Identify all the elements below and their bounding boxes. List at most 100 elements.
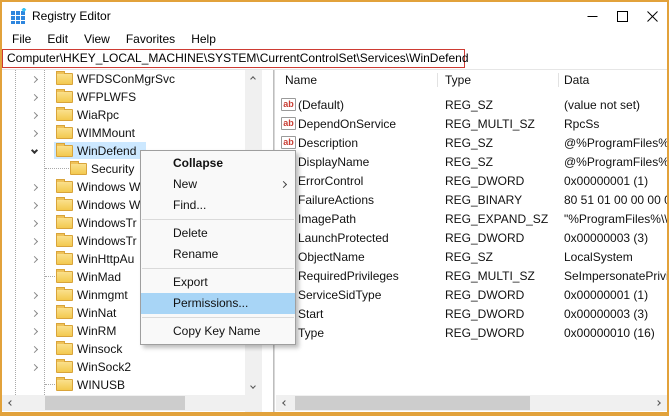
menu-view[interactable]: View [76, 30, 118, 48]
chevron-right-icon[interactable] [29, 128, 40, 139]
context-item-permissions[interactable]: Permissions... [141, 293, 295, 314]
chevron-right-icon[interactable] [29, 326, 40, 337]
scrollbar-thumb[interactable] [295, 396, 530, 410]
tree-item-wfdsconmgrsvc[interactable]: WFDSConMgrSvc [2, 70, 256, 88]
minimize-button[interactable] [577, 2, 607, 30]
scroll-up-button[interactable] [245, 70, 261, 86]
folder-icon [56, 361, 73, 373]
folder-icon [70, 163, 87, 175]
chevron-right-icon[interactable] [29, 344, 40, 355]
chevron-right-icon[interactable] [29, 92, 40, 103]
close-button[interactable] [637, 2, 667, 30]
list-horizontal-scrollbar[interactable] [276, 395, 667, 411]
chevron-right-icon[interactable] [29, 290, 40, 301]
context-item-find[interactable]: Find... [141, 195, 295, 216]
chevron-right-icon[interactable] [29, 218, 40, 229]
tree-item-label: Windows W [77, 198, 140, 212]
registry-value-row[interactable]: 011TypeREG_DWORD0x00000010 (16) [276, 324, 667, 343]
chevron-right-icon[interactable] [29, 254, 40, 265]
menu-help[interactable]: Help [183, 30, 224, 48]
context-item-label: New [173, 177, 197, 191]
column-header-data[interactable]: Data [564, 73, 589, 87]
chevron-left-icon [282, 400, 288, 406]
value-data: SeImpersonatePrivi [564, 269, 667, 283]
context-item-delete[interactable]: Delete [141, 223, 295, 244]
chevron-glyph [31, 256, 38, 263]
column-header-name[interactable]: Name [285, 73, 317, 87]
registry-value-row[interactable]: 011ErrorControlREG_DWORD0x00000001 (1) [276, 172, 667, 191]
context-item-new[interactable]: New [141, 174, 295, 195]
chevron-glyph [31, 220, 38, 227]
chevron-right-icon[interactable] [29, 200, 40, 211]
registry-value-row[interactable]: 011StartREG_DWORD0x00000003 (3) [276, 305, 667, 324]
chevron-right-icon[interactable] [29, 308, 40, 319]
tree-item-winsock2[interactable]: WinSock2 [2, 358, 256, 376]
chevron-left-icon [8, 400, 14, 406]
value-type: REG_DWORD [445, 174, 556, 188]
chevron-right-icon[interactable] [29, 362, 40, 373]
tree-item-label: Security [91, 162, 134, 176]
context-item-export[interactable]: Export [141, 272, 295, 293]
column-header-type[interactable]: Type [445, 73, 471, 87]
menu-favorites[interactable]: Favorites [118, 30, 183, 48]
context-item-collapse[interactable]: Collapse [141, 153, 295, 174]
tree-item-wiarpc[interactable]: WiaRpc [2, 106, 256, 124]
tree-horizontal-scrollbar[interactable] [2, 395, 262, 411]
scrollbar-thumb[interactable] [45, 396, 185, 410]
folder-icon [56, 307, 73, 319]
scroll-left-button[interactable] [276, 395, 292, 411]
scroll-left-button[interactable] [2, 395, 18, 411]
registry-value-row[interactable]: abDisplayNameREG_SZ@%ProgramFiles%\ [276, 153, 667, 172]
values-pane: Name Type Data ab(Default)REG_SZ(value n… [276, 70, 667, 412]
tree-item-winusb[interactable]: WINUSB [2, 376, 256, 394]
value-name: Description [298, 136, 435, 150]
maximize-button[interactable] [607, 2, 637, 30]
chevron-glyph [31, 292, 38, 299]
scroll-down-button[interactable] [245, 379, 261, 395]
registry-value-row[interactable]: 011ServiceSidTypeREG_DWORD0x00000001 (1) [276, 286, 667, 305]
address-bar[interactable]: Computer\HKEY_LOCAL_MACHINE\SYSTEM\Curre… [2, 48, 667, 70]
menu-edit[interactable]: Edit [39, 30, 76, 48]
column-separator[interactable] [437, 73, 438, 87]
window-title: Registry Editor [32, 9, 111, 23]
value-data: 0x00000003 (3) [564, 307, 667, 321]
context-item-copy-key-name[interactable]: Copy Key Name [141, 321, 295, 342]
menu-file[interactable]: File [4, 30, 39, 48]
tree-item-label: WFDSConMgrSvc [77, 72, 175, 86]
registry-value-row[interactable]: abDescriptionREG_SZ@%ProgramFiles%\ [276, 134, 667, 153]
chevron-right-icon[interactable] [29, 110, 40, 121]
registry-value-row[interactable]: abDependOnServiceREG_MULTI_SZRpcSs [276, 115, 667, 134]
registry-value-row[interactable]: abObjectNameREG_SZLocalSystem [276, 248, 667, 267]
tree-item-wfplwfs[interactable]: WFPLWFS [2, 88, 256, 106]
value-name: ObjectName [298, 250, 435, 264]
chevron-glyph [31, 202, 38, 209]
registry-value-row[interactable]: 011LaunchProtectedREG_DWORD0x00000003 (3… [276, 229, 667, 248]
folder-icon [56, 379, 73, 391]
tree-item-label: WiaRpc [77, 108, 119, 122]
registry-value-row[interactable]: abRequiredPrivilegesREG_MULTI_SZSeImpers… [276, 267, 667, 286]
registry-value-row[interactable]: 011FailureActionsREG_BINARY80 51 01 00 0… [276, 191, 667, 210]
chevron-down-icon[interactable] [29, 146, 40, 157]
chevron-up-icon [250, 76, 256, 82]
menu-separator [142, 219, 294, 220]
context-item-label: Collapse [173, 156, 223, 170]
tree-item-label: WFPLWFS [77, 90, 136, 104]
value-type: REG_DWORD [445, 231, 556, 245]
chevron-right-icon[interactable] [29, 236, 40, 247]
context-item-label: Delete [173, 226, 208, 240]
value-name: LaunchProtected [298, 231, 435, 245]
string-value-icon: ab [281, 136, 296, 149]
value-type: REG_DWORD [445, 288, 556, 302]
folder-icon [56, 91, 73, 103]
registry-value-row[interactable]: abImagePathREG_EXPAND_SZ"%ProgramFiles%\… [276, 210, 667, 229]
value-name: (Default) [298, 98, 435, 112]
chevron-glyph [31, 310, 38, 317]
registry-value-row[interactable]: ab(Default)REG_SZ(value not set) [276, 96, 667, 115]
folder-icon [56, 325, 73, 337]
chevron-right-icon[interactable] [29, 182, 40, 193]
tree-item-wimmount[interactable]: WIMMount [2, 124, 256, 142]
column-separator[interactable] [558, 73, 559, 87]
chevron-right-icon[interactable] [29, 74, 40, 85]
context-item-rename[interactable]: Rename [141, 244, 295, 265]
scroll-right-button[interactable] [651, 395, 667, 411]
